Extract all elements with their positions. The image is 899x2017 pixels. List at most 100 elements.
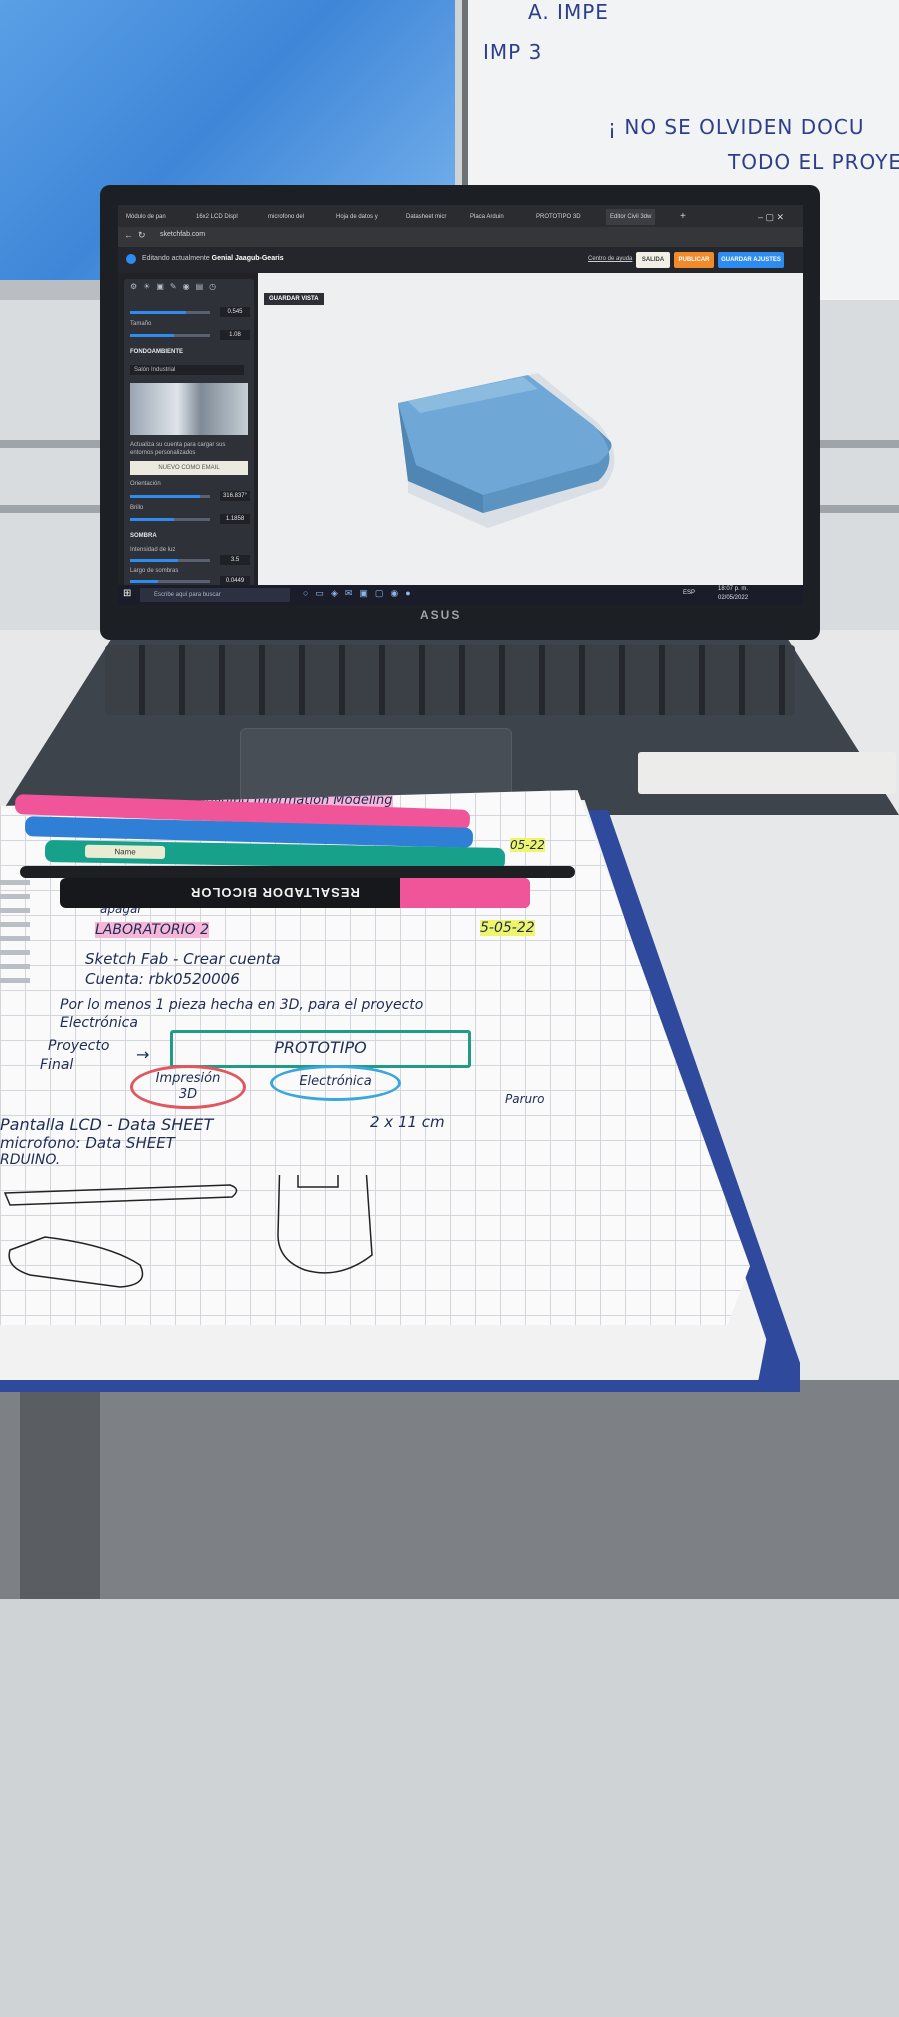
store-icon xyxy=(480,1921,536,1951)
note-line: Pantalla LCD - Data SHEET xyxy=(0,1115,214,1134)
oval-text: 3D xyxy=(178,1087,198,1102)
taskbar-app-icons[interactable]: ○▭◈✉▣▢◉● xyxy=(303,588,418,599)
browser-tab[interactable]: Datasheet micr xyxy=(406,209,446,225)
size-slider[interactable] xyxy=(130,334,210,337)
oval-text: Impresión xyxy=(155,1071,221,1086)
whiteboard-line: TODO EL PROYE xyxy=(728,150,899,174)
highlighter-cap[interactable] xyxy=(400,878,530,908)
upgrade-hint: Actualiza su cuenta para cargar sus ento… xyxy=(130,442,226,456)
bodeguero-sticker: BODEGUERO 2019 xyxy=(418,1953,618,2017)
note-label: Final xyxy=(40,1057,74,1073)
side-note: Paruro xyxy=(505,1092,545,1106)
save-settings-button[interactable]: GUARDAR AJUSTES xyxy=(718,252,784,268)
size-label: Tamaño xyxy=(130,321,152,327)
date-note: 05-22 xyxy=(510,838,545,852)
orientation-slider[interactable] xyxy=(130,495,210,498)
upload-environment-button[interactable]: NUEVO COMO EMAIL xyxy=(130,461,248,475)
floor xyxy=(0,1380,899,1599)
note-line: RDUINO. xyxy=(0,1152,61,1168)
laptop-screen: Módulo de pan 16x2 LCD Displ microfono d… xyxy=(118,205,803,605)
light-intensity-value[interactable]: 3.5 xyxy=(220,555,250,565)
environment-label: FONDOAMBIENTE xyxy=(130,349,183,355)
laptop-sticker xyxy=(638,752,896,794)
window-controls-icon[interactable]: – ▢ ✕ xyxy=(758,209,784,225)
whiteboard-line: A. IMPE xyxy=(528,0,609,24)
section-title: LABORATORIO 2 xyxy=(95,922,210,938)
environment-select[interactable]: Salón Industrial xyxy=(130,365,244,375)
prototype-label: PROTOTIPO xyxy=(274,1038,367,1057)
note-line: Electrónica xyxy=(60,1015,138,1031)
note-line: Sketch Fab - Crear cuenta xyxy=(85,950,281,968)
slider-fill xyxy=(130,495,201,498)
3d-model[interactable] xyxy=(388,363,648,533)
light-intensity-slider[interactable] xyxy=(130,559,210,562)
shadow-label: SOMBRA xyxy=(130,533,157,539)
logo-frame: BODEGUERO 2019 xyxy=(418,1957,614,1993)
browser-tab[interactable]: Placa Arduin xyxy=(470,209,504,225)
highlighter[interactable]: RESALTADOR BICOLOR xyxy=(60,878,530,908)
note-line: 2 x 11 cm xyxy=(370,1113,445,1131)
laptop-brand: ASUS xyxy=(420,608,462,622)
settings-sidebar: ⚙☀▣✎◉▤◷ 0.545 Tamaño 1.08 FONDOAMBIENTE … xyxy=(124,279,254,597)
note-line: Por lo menos 1 pieza hecha en 3D, para e… xyxy=(60,997,424,1013)
arrow-icon: → xyxy=(136,1045,150,1064)
black-pen[interactable] xyxy=(20,866,575,878)
slider-fill xyxy=(130,311,186,314)
slider-fill xyxy=(130,334,174,337)
size-value[interactable]: 1.08 xyxy=(220,330,250,340)
note-label: Proyecto xyxy=(48,1038,110,1054)
model-name: Genial Jaagub-Gearis xyxy=(211,255,284,262)
3d-viewport[interactable]: GUARDAR VISTA xyxy=(258,273,803,585)
app-header: Editando actualmente Genial Jaagub-Geari… xyxy=(118,247,803,273)
highlighter-label: RESALTADOR BICOLOR xyxy=(190,885,360,900)
laptop-touchpad[interactable] xyxy=(240,728,512,802)
editing-prefix: Editando actualmente xyxy=(142,255,210,262)
shadow-length-slider[interactable] xyxy=(130,580,210,583)
electronics-oval: Electrónica xyxy=(270,1065,401,1101)
save-view-button[interactable]: GUARDAR VISTA xyxy=(264,293,324,305)
sketch-drawings xyxy=(3,1175,373,1288)
browser-tab[interactable]: microfono del xyxy=(268,209,304,225)
brightness-label: Brillo xyxy=(130,505,144,511)
sidebar-toolbar-icons[interactable]: ⚙☀▣✎◉▤◷ xyxy=(130,282,222,291)
sketchfab-logo-icon[interactable] xyxy=(126,254,136,264)
clock-date[interactable]: 02/05/2022 xyxy=(718,595,748,601)
exit-button[interactable]: SALIDA xyxy=(636,252,670,268)
back-icon[interactable]: ← xyxy=(124,230,133,240)
print-oval: Impresión 3D xyxy=(130,1065,246,1109)
brightness-value[interactable]: 1.1858 xyxy=(220,514,250,524)
help-link[interactable]: Centro de ayuda xyxy=(588,256,632,262)
logo-year: 2019 xyxy=(580,1976,597,1983)
windows-start-icon[interactable]: ⊞ xyxy=(123,588,131,599)
publish-button[interactable]: PUBLICAR xyxy=(674,252,714,268)
opacity-slider[interactable] xyxy=(130,311,210,314)
notebook-spiral xyxy=(0,880,30,990)
taskbar-search[interactable]: Escribe aquí para buscar xyxy=(140,588,290,602)
browser-tab[interactable]: 16x2 LCD Displ xyxy=(196,209,238,225)
whiteboard-line: ¡ NO SE OLVIDEN DOCU xyxy=(608,115,865,139)
environment-preview[interactable] xyxy=(130,383,248,435)
laptop-keyboard[interactable] xyxy=(105,645,795,715)
url-text[interactable]: sketchfab.com xyxy=(160,231,205,238)
desk-leg xyxy=(20,1390,100,1599)
slider-fill xyxy=(130,559,178,562)
logo-text: BODEGUERO xyxy=(435,1964,577,1986)
reload-icon[interactable]: ↻ xyxy=(138,230,146,241)
windows-taskbar: ⊞ Escribe aquí para buscar ○▭◈✉▣▢◉● ESP … xyxy=(118,585,803,605)
light-intensity-label: Intensidad de luz xyxy=(130,547,176,553)
opacity-value[interactable]: 0.545 xyxy=(220,307,250,317)
orientation-value[interactable]: 316.837° xyxy=(220,491,250,501)
shadow-length-label: Largo de sombras xyxy=(130,568,179,574)
oval-text: Electrónica xyxy=(299,1074,372,1089)
clock-time[interactable]: 18:07 p. m. xyxy=(718,586,748,592)
browser-tab[interactable]: PROTOTIPO 3D xyxy=(536,209,581,225)
slider-fill xyxy=(130,580,158,583)
browser-tab-active[interactable]: Editor Civil 3dw xyxy=(606,209,656,225)
address-bar[interactable]: ← ↻ sketchfab.com xyxy=(118,227,803,247)
brightness-slider[interactable] xyxy=(130,518,210,521)
new-tab-icon[interactable]: + xyxy=(680,209,686,225)
browser-tab[interactable]: Hoja de datos y xyxy=(336,209,378,225)
browser-tab[interactable]: Módulo de pan xyxy=(126,209,166,225)
keyboard-language[interactable]: ESP xyxy=(683,590,695,596)
orientation-label: Orientación xyxy=(130,481,161,487)
